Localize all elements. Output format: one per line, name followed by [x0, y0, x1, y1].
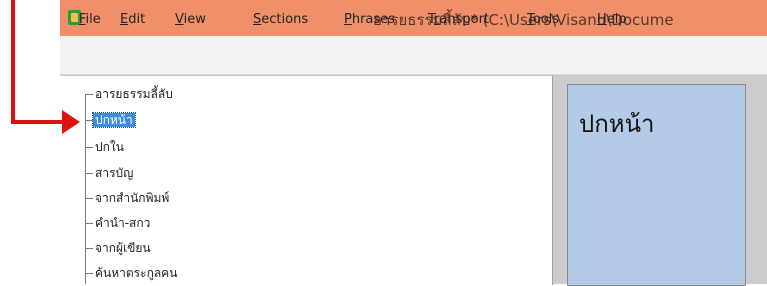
menu-edit-accel: E — [120, 12, 129, 27]
menu-edit-label: dit — [128, 12, 146, 27]
tree-item-root[interactable]: อารยธรรมลี้ลับ — [85, 85, 175, 103]
menu-view[interactable]: View — [175, 12, 206, 27]
menu-help-accel: H — [597, 12, 607, 27]
tree-item[interactable]: คำนำ-สกว — [85, 214, 152, 232]
tree-item[interactable]: ปกใน — [85, 138, 126, 156]
tree-item-label: คำนำ-สกว — [95, 216, 151, 230]
menu-file[interactable]: File — [79, 12, 101, 27]
menu-view-accel: V — [175, 12, 184, 27]
tree-item-label: ปกใน — [95, 140, 124, 154]
menu-help-label: elp — [606, 12, 627, 27]
page-title: ปกหน้า — [579, 110, 655, 138]
menu-transport-label: ansport — [439, 12, 490, 27]
annotation-arrow-line — [11, 120, 67, 124]
menu-tools[interactable]: Tools — [527, 12, 559, 27]
menu-help[interactable]: Help — [597, 12, 627, 27]
tree-item-label: ปกหน้า — [92, 112, 136, 128]
menu-phrases-label: hrases — [351, 12, 395, 27]
menu-file-label: ile — [85, 12, 101, 27]
window-title: อารยธรรมลี้ลับ* (C:\Users\Visanu\Docume — [373, 11, 674, 29]
menu-sections-label: ections — [261, 12, 309, 27]
annotation-arrow-icon — [62, 110, 80, 134]
tree-item-label: อารยธรรมลี้ลับ — [95, 87, 173, 101]
tree-item[interactable]: จากผู้เขียน — [85, 239, 153, 257]
menu-sections[interactable]: Sections — [253, 12, 308, 27]
tree-item-label: สารบัญ — [95, 166, 134, 180]
menu-bar — [60, 36, 767, 75]
tree-item-selected[interactable]: ปกหน้า — [85, 111, 136, 129]
menu-edit[interactable]: Edit — [120, 12, 145, 27]
menu-phrases-accel: P — [344, 12, 352, 27]
tree-item[interactable]: จากสำนักพิมพ์ — [85, 189, 171, 207]
tree-item[interactable]: สารบัญ — [85, 164, 135, 182]
annotation-arrow-line — [11, 0, 15, 124]
menu-phrases[interactable]: Phrases — [344, 12, 395, 27]
menu-transport[interactable]: Transport — [428, 12, 489, 27]
menu-view-label: iew — [183, 12, 206, 27]
tree-item-label: จากสำนักพิมพ์ — [95, 191, 170, 205]
tree-item-label: ค้นหาตระกูลคน — [95, 266, 178, 280]
menu-tools-label: ools — [532, 12, 560, 27]
tree-item-label: จากผู้เขียน — [95, 241, 151, 255]
tree-item[interactable]: ค้นหาตระกูลคน — [85, 264, 179, 282]
